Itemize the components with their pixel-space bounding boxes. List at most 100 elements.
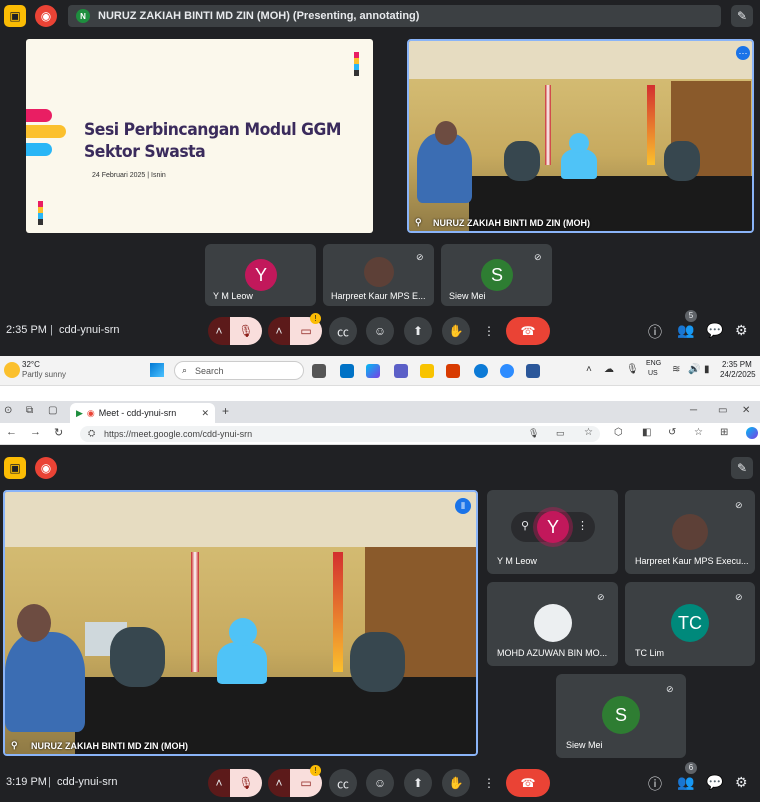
participant-tile[interactable]: S ⊘ Siew Mei: [556, 674, 686, 758]
volume-icon[interactable]: 🔊: [688, 364, 700, 375]
participant-tile[interactable]: ⊘ MOHD AZUWAN BIN MO...: [487, 582, 618, 666]
minimize-icon[interactable]: ─: [690, 405, 697, 416]
main-video-tile[interactable]: ⫴ ⚲ NURUZ ZAKIAH BINTI MD ZIN (MOH): [3, 490, 478, 756]
mic-permission-icon[interactable]: 🎙: [528, 428, 539, 439]
zoom-icon[interactable]: [500, 364, 514, 378]
browser-tab-meet[interactable]: ▶ ◉ Meet - cdd-ynui-srn ✕: [70, 403, 215, 423]
camera-options-chevron[interactable]: ˄: [268, 769, 290, 797]
tab-actions-icon[interactable]: ▢: [48, 405, 57, 416]
split-screen-icon[interactable]: ◧: [642, 427, 651, 438]
edge-icon[interactable]: [474, 364, 488, 378]
annotate-pen-icon[interactable]: ✎: [731, 457, 753, 479]
raise-hand-button[interactable]: ✋: [442, 769, 470, 797]
raise-hand-button[interactable]: ✋: [442, 317, 470, 345]
file-explorer-icon[interactable]: [420, 364, 434, 378]
people-icon[interactable]: 👥: [677, 322, 694, 339]
mic-off-icon: ⊘: [735, 500, 743, 510]
taskbar-search[interactable]: Search: [174, 361, 304, 380]
url-field[interactable]: https://meet.google.com/cdd-ynui-srn: [80, 426, 600, 442]
info-icon[interactable]: ⓘ: [648, 774, 662, 794]
leave-call-button[interactable]: ☎: [506, 317, 550, 345]
annotate-pen-icon[interactable]: ✎: [731, 5, 753, 27]
weather-temp: 32°C: [22, 360, 40, 369]
favorite-star-icon[interactable]: ☆: [584, 427, 593, 438]
refresh-icon[interactable]: ↻: [54, 426, 63, 439]
emoji-button[interactable]: ☺: [366, 769, 394, 797]
recording-icon[interactable]: ◉: [35, 5, 57, 27]
participant-tile[interactable]: Y Y M Leow: [205, 244, 316, 306]
workspaces-icon[interactable]: ⧉: [26, 405, 33, 416]
favorites-icon[interactable]: ☆: [694, 427, 703, 438]
people-icon[interactable]: 👥: [677, 774, 694, 791]
taskbar-time[interactable]: 2:35 PM: [722, 360, 752, 369]
present-button[interactable]: ⬆: [404, 317, 432, 345]
leave-call-button[interactable]: ☎: [506, 769, 550, 797]
close-window-icon[interactable]: ✕: [742, 405, 750, 416]
chat-icon[interactable]: 💬: [706, 322, 723, 339]
new-tab-icon[interactable]: +: [222, 404, 229, 418]
recording-icon[interactable]: ◉: [35, 457, 57, 479]
mic-tray-icon[interactable]: 🎙: [626, 364, 639, 375]
slide-decor-bar: [26, 143, 52, 156]
more-options-button[interactable]: ⋮: [478, 317, 500, 345]
copilot-icon[interactable]: [366, 364, 380, 378]
participant-tile[interactable]: S ⊘ Siew Mei: [441, 244, 552, 306]
captions-icon[interactable]: ▣: [4, 5, 26, 27]
participant-tile[interactable]: ⊘ Harpreet Kaur MPS Execu...: [625, 490, 755, 574]
chat-icon[interactable]: 💬: [706, 774, 723, 791]
mic-toggle-button[interactable]: 🎙: [230, 317, 262, 345]
back-icon[interactable]: ←: [6, 426, 17, 438]
info-icon[interactable]: ⓘ: [648, 322, 662, 342]
app-icon[interactable]: [446, 364, 460, 378]
pin-icon[interactable]: ⚲: [521, 519, 529, 532]
site-info-icon[interactable]: ⛭: [88, 428, 95, 439]
copilot-icon[interactable]: [746, 427, 758, 439]
camera-options-chevron[interactable]: ˄: [268, 317, 290, 345]
close-tab-icon[interactable]: ✕: [201, 408, 209, 419]
extension-icon[interactable]: ⬡: [614, 427, 623, 438]
captions-button[interactable]: ㏄: [329, 769, 357, 797]
forward-icon[interactable]: →: [30, 426, 41, 438]
mic-options-chevron[interactable]: ˄: [208, 317, 230, 345]
avatar: Y: [245, 259, 277, 291]
mic-toggle-button[interactable]: 🎙: [230, 769, 262, 797]
camera-permission-icon[interactable]: ▭: [556, 428, 565, 439]
video-person-head: [229, 618, 257, 646]
maximize-icon[interactable]: ▭: [718, 405, 727, 416]
profile-icon[interactable]: ⊙: [4, 405, 12, 416]
video-person: [5, 632, 85, 732]
mic-options-chevron[interactable]: ˄: [208, 769, 230, 797]
video-person-head: [17, 604, 51, 642]
lang-line1[interactable]: ENG: [646, 360, 661, 367]
word-icon[interactable]: [526, 364, 540, 378]
cloud-icon[interactable]: ☁: [604, 364, 614, 375]
battery-icon[interactable]: ▮: [704, 364, 710, 375]
teams-icon[interactable]: [394, 364, 408, 378]
activities-icon[interactable]: ⚙: [735, 322, 748, 339]
outlook-icon[interactable]: [340, 364, 354, 378]
more-options-icon[interactable]: ⋯: [736, 46, 750, 60]
collections-icon[interactable]: ⊞: [720, 427, 728, 438]
wifi-icon[interactable]: ≋: [672, 364, 680, 375]
weather-icon[interactable]: [4, 362, 20, 378]
present-button[interactable]: ⬆: [404, 769, 432, 797]
activities-icon[interactable]: ⚙: [735, 774, 748, 791]
emoji-button[interactable]: ☺: [366, 317, 394, 345]
participant-tile[interactable]: TC ⊘ TC Lim: [625, 582, 755, 666]
pin-icon[interactable]: ⚲: [11, 740, 18, 751]
presenting-text: NURUZ ZAKIAH BINTI MD ZIN (MOH) (Present…: [98, 10, 420, 22]
captions-button[interactable]: ㏄: [329, 317, 357, 345]
avatar: [534, 604, 572, 642]
participant-tile[interactable]: ⊘ Harpreet Kaur MPS E...: [323, 244, 434, 306]
tray-chevron-icon[interactable]: ˄: [586, 364, 592, 375]
captions-icon[interactable]: ▣: [4, 457, 26, 479]
more-options-icon[interactable]: ⋮: [577, 519, 588, 532]
participant-tile[interactable]: ⚲ Y ⋮ Y M Leow: [487, 490, 618, 574]
more-options-button[interactable]: ⋮: [478, 769, 500, 797]
windows-start-icon[interactable]: [150, 363, 164, 377]
main-video-tile[interactable]: ⋯ ⚲ NURUZ ZAKIAH BINTI MD ZIN (MOH): [407, 39, 754, 233]
task-view-icon[interactable]: [312, 364, 326, 378]
slide-title: Sesi Perbincangan Modul GGM Sektor Swast…: [84, 119, 341, 163]
sync-icon[interactable]: ↺: [668, 427, 676, 438]
pin-icon[interactable]: ⚲: [415, 217, 422, 228]
